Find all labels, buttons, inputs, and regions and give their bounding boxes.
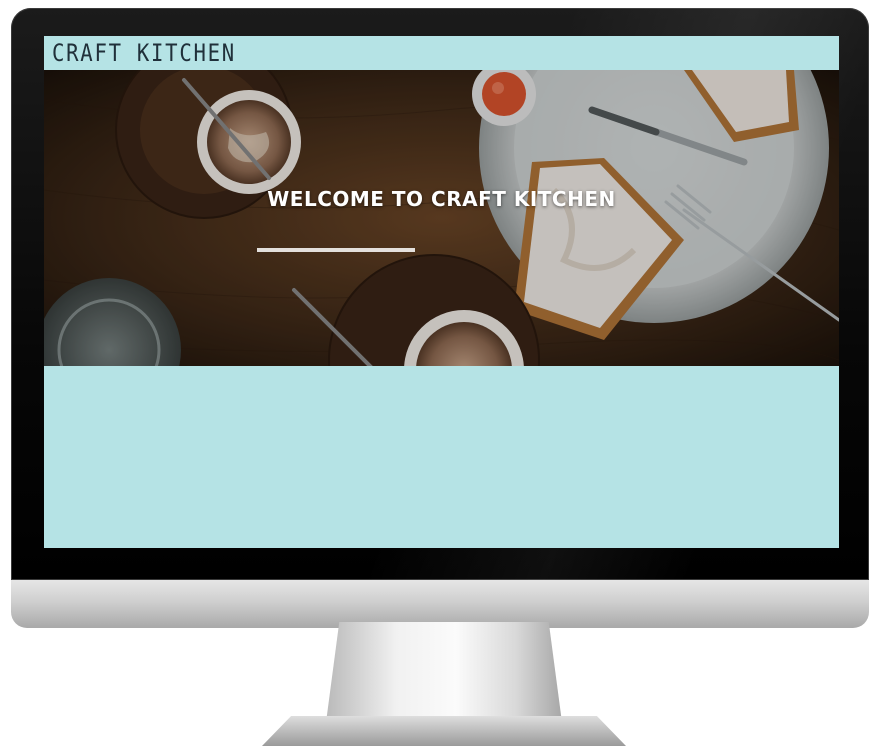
- monitor-stand-base: [262, 716, 626, 746]
- hero-underline: [257, 248, 415, 252]
- site-logo[interactable]: CRAFT KITCHEN: [52, 39, 236, 67]
- hero-food-photo: [44, 70, 839, 366]
- monitor-chin: [11, 580, 869, 628]
- monitor-stand-neck: [325, 622, 563, 730]
- site-navbar: CRAFT KITCHEN: [44, 36, 839, 70]
- hero-banner: WELCOME TO CRAFT KITCHEN: [44, 70, 839, 366]
- website-screen: CRAFT KITCHEN WELCOME TO CRAFT KITCHEN: [44, 36, 839, 548]
- about-section: [44, 366, 839, 548]
- hero-title: WELCOME TO CRAFT KITCHEN: [267, 187, 616, 211]
